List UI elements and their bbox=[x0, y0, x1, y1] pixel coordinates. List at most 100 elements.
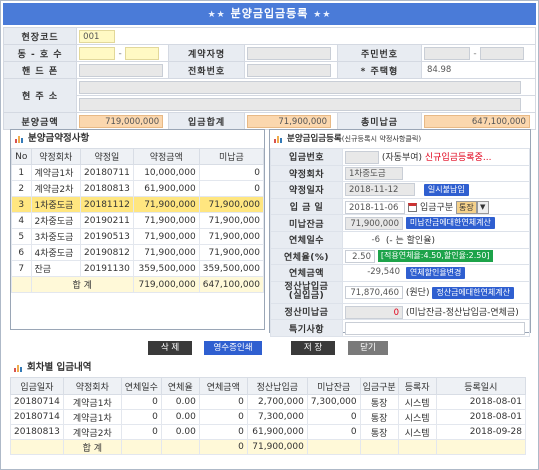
history-table: 입금일자 약정회차 연체일수 연체율 연체금액 정산납입금 미납잔금 입금구분 등록자 등록일시 … bbox=[10, 377, 527, 455]
contractor-field[interactable] bbox=[247, 46, 332, 60]
schedule-row[interactable]: 7 잔금 20191130 359,500,000 359,500,000 bbox=[11, 260, 265, 277]
history-cell: 통장 bbox=[359, 394, 399, 410]
schedule-cell: 5 bbox=[11, 228, 32, 245]
phone-field[interactable] bbox=[247, 63, 332, 77]
schedule-row[interactable]: 5 3차중도금 20190513 71,900,000 71,900,000 bbox=[11, 228, 265, 245]
schedule-panel: 분양금약정사항 No 약정회차 약정일 약정금액 미납금 1 계약금1차 20180… bbox=[10, 129, 265, 330]
schedule-row[interactable]: 3 1차중도금 20181112 71,900,000 71,900,000 bbox=[11, 196, 265, 213]
col-amount: 약정금액 bbox=[132, 148, 200, 165]
memo-field[interactable] bbox=[345, 321, 525, 335]
schedule-cell: 3차중도금 bbox=[30, 228, 82, 245]
room-field[interactable] bbox=[125, 46, 160, 60]
print-receipt-button[interactable]: 영수증인쇄 bbox=[204, 341, 262, 355]
schedule-cell: 359,500,000 bbox=[198, 260, 265, 277]
prepay-button[interactable]: 일시불납입 bbox=[423, 183, 469, 196]
schedule-row[interactable]: 2 계약금2차 20180813 61,900,000 0 bbox=[11, 180, 265, 197]
overdue-amount-field: -29,540 bbox=[345, 266, 403, 280]
col-due-date: 약정일 bbox=[80, 148, 134, 165]
history-cell: 0.00 bbox=[160, 424, 200, 440]
sale-price-field: 719,000,000 bbox=[79, 114, 164, 128]
change-discount-button[interactable]: 연체할인율변경 bbox=[405, 266, 466, 279]
settle-field[interactable]: 71,870,460 bbox=[345, 286, 403, 300]
history-cell: 2018-09-28 bbox=[435, 424, 527, 440]
unit-type-label: * 주택형 bbox=[337, 61, 422, 79]
history-col: 입금구분 bbox=[359, 377, 399, 395]
schedule-row[interactable]: 1 계약금1차 20180711 10,000,000 0 bbox=[11, 164, 265, 181]
unit-label: 동 - 호 수 bbox=[2, 44, 78, 62]
address-line1-field[interactable] bbox=[79, 80, 522, 94]
history-cell: 0 bbox=[120, 409, 162, 425]
history-col: 등록자 bbox=[397, 377, 437, 395]
history-sum-label: 합 계 bbox=[62, 439, 122, 455]
schedule-cell: 359,500,000 bbox=[132, 260, 200, 277]
pay-type-select[interactable]: 통장 bbox=[456, 200, 477, 214]
settle-label: 정산납입금 (실입금) bbox=[270, 280, 343, 304]
schedule-cell: 4 bbox=[11, 212, 32, 229]
history-header-row: 입금일자 약정회차 연체일수 연체율 연체금액 정산납입금 미납잔금 입금구분 등록자 등록일시 bbox=[10, 377, 527, 395]
schedule-cell: 71,900,000 bbox=[198, 244, 265, 261]
history-cell: 0 bbox=[198, 409, 248, 425]
rate-field[interactable]: 2.50 bbox=[345, 249, 375, 263]
history-col: 연체일수 bbox=[120, 377, 162, 395]
history-cell: 20180813 bbox=[10, 424, 64, 440]
schedule-row[interactable]: 4 2차중도금 20190211 71,900,000 71,900,000 bbox=[11, 212, 265, 229]
history-col: 정산납입금 bbox=[246, 377, 308, 395]
pay-date-field[interactable]: 2018-11-06 bbox=[345, 200, 405, 214]
rate-note: [적용연체율:4.50,할인율:2.50] bbox=[377, 250, 493, 263]
history-cell: 계약금1차 bbox=[62, 394, 122, 410]
schedule-cell: 10,000,000 bbox=[132, 164, 200, 181]
schedule-cell: 71,900,000 bbox=[198, 196, 265, 213]
title-star-icon: ★★ bbox=[207, 10, 226, 20]
schedule-cell: 20190513 bbox=[80, 228, 134, 245]
history-sum-settle: 71,900,000 bbox=[246, 439, 308, 455]
history-row[interactable]: 20180714 계약금1차 0 0.00 0 2,700,000 7,300,000 통장 시… bbox=[10, 394, 527, 410]
history-body: 20180714 계약금1차 0 0.00 0 2,700,000 7,300,000 통장 시… bbox=[10, 394, 527, 455]
save-button[interactable]: 저 장 bbox=[291, 341, 335, 355]
due-date-field: 2018-11-12 bbox=[345, 183, 415, 197]
history-cell: 0.00 bbox=[160, 409, 200, 425]
sum-label: 합 계 bbox=[30, 276, 134, 293]
history-row[interactable]: 20180813 계약금2차 0 0.00 0 61,900,000 0 통장 시스템 2018-… bbox=[10, 424, 527, 440]
unpaid-total-label: 총미납금 bbox=[337, 112, 422, 130]
title-star-icon: ★★ bbox=[313, 10, 332, 20]
chevron-down-icon[interactable]: ▼ bbox=[476, 200, 489, 214]
history-cell: 시스템 bbox=[397, 424, 437, 440]
history-cell: 0 bbox=[306, 424, 361, 440]
phone-label: 전화번호 bbox=[168, 61, 246, 79]
address-line2-field[interactable] bbox=[79, 97, 522, 111]
calendar-icon[interactable] bbox=[408, 202, 417, 212]
history-cell: 0.00 bbox=[160, 394, 200, 410]
unit-type-value: 84.98 bbox=[426, 64, 452, 75]
address-label: 현 주 소 bbox=[2, 78, 78, 113]
payment-form-panel: 분양금입금등록(신규등록시 약정사항클릭) 입금번호 (자동부여) 신규입금등록… bbox=[269, 129, 531, 337]
overdue-days-field: -6 bbox=[345, 233, 383, 247]
schedule-cell: 71,900,000 bbox=[132, 244, 200, 261]
history-cell: 계약금1차 bbox=[62, 409, 122, 425]
payment-no-field bbox=[345, 150, 379, 164]
resident-no-back-field[interactable] bbox=[479, 46, 524, 60]
calc-unpaid-overdue-button[interactable]: 미납잔금에대한연체계산 bbox=[405, 217, 495, 230]
close-button[interactable]: 닫기 bbox=[348, 341, 388, 355]
sum-amount: 719,000,000 bbox=[132, 276, 200, 293]
schedule-row[interactable]: 6 4차중도금 20190812 71,900,000 71,900,000 bbox=[11, 244, 265, 261]
calc-settle-overdue-button[interactable]: 정산금에대한연체계산 bbox=[432, 286, 514, 299]
cellphone-field[interactable] bbox=[79, 63, 164, 77]
delete-button[interactable]: 삭 제 bbox=[148, 341, 192, 355]
history-col: 연체금액 bbox=[198, 377, 248, 395]
site-code-field[interactable]: 001 bbox=[79, 29, 116, 43]
building-field[interactable] bbox=[79, 46, 116, 60]
schedule-header-row: No 약정회차 약정일 약정금액 미납금 bbox=[11, 148, 265, 165]
history-cell: 시스템 bbox=[397, 394, 437, 410]
history-row[interactable]: 20180714 계약금1차 0 0.00 0 7,300,000 0 통장 시스템 2018-0… bbox=[10, 409, 527, 425]
schedule-cell: 20190812 bbox=[80, 244, 134, 261]
rate-label: 연체율(%) bbox=[270, 247, 343, 266]
overdue-days-label: 연체일수 bbox=[270, 230, 343, 249]
history-sum-row: 합 계 0 71,900,000 bbox=[10, 439, 527, 455]
schedule-cell: 7 bbox=[11, 260, 32, 277]
history-cell: 7,300,000 bbox=[306, 394, 361, 410]
schedule-cell: 20191130 bbox=[80, 260, 134, 277]
schedule-cell: 2차중도금 bbox=[30, 212, 82, 229]
payment-form-table: 입금번호 (자동부여) 신규입금등록중... 약정회차 1차중도금 약정일자 2… bbox=[270, 148, 530, 337]
resident-no-front-field[interactable] bbox=[423, 46, 470, 60]
pay-date-label: 입 금 일 bbox=[270, 197, 343, 216]
